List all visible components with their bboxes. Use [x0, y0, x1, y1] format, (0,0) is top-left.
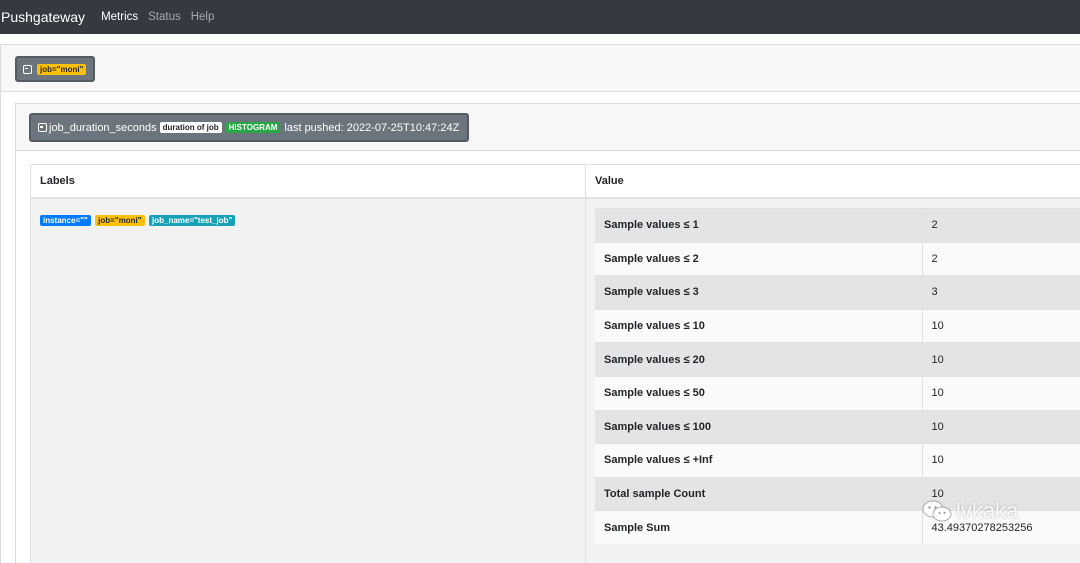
sample-value: 10 — [922, 342, 1080, 377]
sample-name: Sample values ≤ 2 — [595, 241, 923, 276]
brand-link[interactable]: Pushgateway — [1, 9, 85, 25]
watermark: lvkaka — [922, 498, 1018, 524]
table-row: Sample values ≤ 3 3 — [595, 275, 1080, 310]
metric-toggle-button[interactable]: job_duration_seconds duration of job HIS… — [29, 113, 470, 142]
label-badge-job: job="moni" — [95, 215, 145, 226]
group-toggle-button[interactable]: job="moni" — [15, 56, 96, 82]
metric-name: job_duration_seconds — [49, 121, 157, 134]
sample-name: Sample values ≤ 10 — [595, 308, 923, 343]
labels-cell: instance="" job="moni" job_name="test_jo… — [31, 199, 586, 563]
group-label-badge: job="moni" — [37, 63, 87, 75]
labels-column-header: Labels — [31, 165, 586, 199]
label-badge-instance: instance="" — [40, 215, 91, 226]
collapse-icon — [23, 64, 32, 74]
metric-card: job_duration_seconds duration of job HIS… — [15, 103, 1080, 563]
sample-value: 10 — [922, 409, 1080, 444]
nav-link-help[interactable]: Help — [191, 11, 215, 23]
label-badge-job-name: job_name="test_job" — [149, 215, 236, 226]
collapse-icon — [38, 123, 47, 132]
top-navbar: Pushgateway Metrics Status Help — [0, 0, 1080, 34]
sample-value: 2 — [922, 208, 1080, 243]
last-pushed-text: last pushed: 2022-07-25T10:47:24Z — [284, 121, 460, 134]
table-row: Sample values ≤ +Inf 10 — [595, 443, 1080, 478]
histogram-values-table: Sample values ≤ 1 2 Sample values ≤ 2 2 … — [595, 208, 1080, 545]
sample-name: Total sample Count — [595, 476, 923, 511]
group-card-header: job="moni" — [1, 45, 1080, 92]
watermark-text: lvkaka — [956, 498, 1019, 523]
metric-help-badge: duration of job — [159, 122, 222, 133]
sample-name: Sample Sum — [595, 510, 923, 545]
table-row: Sample values ≤ 2 2 — [595, 241, 1080, 276]
nav-link-metrics[interactable]: Metrics — [101, 11, 138, 23]
table-row: Sample values ≤ 20 10 — [595, 342, 1080, 377]
sample-value: 3 — [922, 275, 1080, 310]
sample-name: Sample values ≤ 3 — [595, 275, 923, 310]
sample-name: Sample values ≤ 1 — [595, 208, 923, 243]
metric-group-card: job="moni" job_duration_seconds duration… — [0, 44, 1080, 563]
nav-link-status[interactable]: Status — [148, 11, 181, 23]
table-row: Sample values ≤ 10 10 — [595, 308, 1080, 343]
sample-name: Sample values ≤ +Inf — [595, 443, 923, 478]
sample-name: Sample values ≤ 100 — [595, 409, 923, 444]
sample-name: Sample values ≤ 20 — [595, 342, 923, 377]
sample-value: 2 — [922, 241, 1080, 276]
value-column-header: Value — [586, 165, 1080, 199]
sample-value: 10 — [922, 375, 1080, 411]
wechat-icon — [922, 500, 952, 522]
sample-value: 10 — [922, 308, 1080, 343]
sample-value: 10 — [922, 443, 1080, 478]
table-row: Sample values ≤ 50 10 — [595, 375, 1080, 411]
metric-type-badge: HISTOGRAM — [225, 122, 281, 133]
table-row: Sample values ≤ 1 2 — [595, 208, 1080, 243]
table-row: Sample values ≤ 100 10 — [595, 409, 1080, 444]
metric-card-header: job_duration_seconds duration of job HIS… — [16, 104, 1080, 151]
sample-name: Sample values ≤ 50 — [595, 375, 923, 411]
